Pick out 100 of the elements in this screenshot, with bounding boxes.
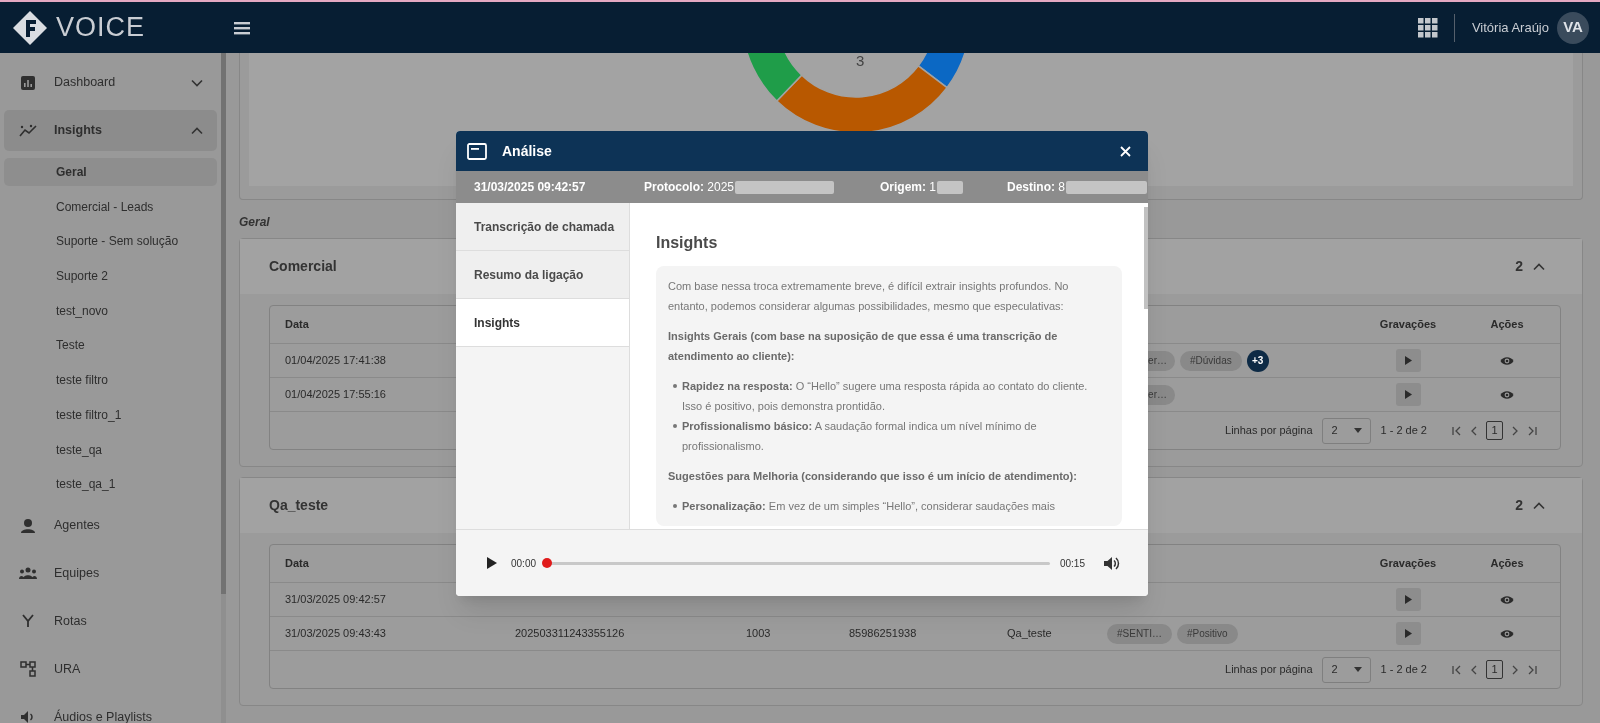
volume-icon [1104, 555, 1120, 571]
sidebar-subitem[interactable]: Suporte - Sem solução [4, 227, 217, 256]
play-icon [487, 557, 497, 569]
sidebar-item[interactable]: Agentes [4, 504, 217, 546]
rows-per-page-label: Linhas por página [1225, 662, 1313, 678]
section-count: 2 [1515, 257, 1523, 276]
last-page-icon [1528, 664, 1538, 675]
group-icon [19, 567, 37, 580]
group-label: Geral [239, 214, 270, 230]
call-date: 31/03/2025 09:42:57 [474, 179, 587, 196]
user-name[interactable]: Vitória Araújo [1471, 17, 1549, 38]
bar-chart-icon [21, 75, 35, 90]
page-range: 1 - 2 de 2 [1380, 662, 1427, 678]
diagram-icon [20, 661, 36, 678]
sidebar-subitem[interactable]: teste_qa_1 [4, 470, 217, 499]
sidebar-item[interactable]: Rotas [4, 600, 217, 642]
rows-per-page-select[interactable]: 2 [1321, 417, 1371, 444]
chevron-up-icon[interactable] [1533, 501, 1545, 510]
dialog-title: Análise [502, 141, 552, 161]
chevron-left-icon [1469, 664, 1479, 675]
column-header: Gravações [1379, 318, 1437, 331]
sidebar-subitem[interactable]: teste_qa [4, 435, 217, 464]
eye-icon [1500, 628, 1514, 639]
logo-icon [12, 9, 48, 46]
play-button[interactable] [485, 556, 499, 570]
chevron-right-icon [1510, 664, 1520, 675]
sidebar-item[interactable]: Insights [4, 110, 217, 151]
paragraph: Com base nessa troca extremamente breve, é difícil extrair insights profundos. No entanto, podemos considerar algumas possibilidades, mesmo que especulativas: [668, 279, 1070, 314]
table-cell: 31/03/2025 09:42:57 [285, 593, 386, 606]
sidebar-subitem[interactable]: Suporte 2 [4, 262, 217, 291]
list-item: Profissionalismo básico: A saudação formal indica um nível mínimo de profissionalismo. [682, 419, 1038, 454]
tag-chip: #Positivo [1177, 623, 1238, 644]
play-icon [1404, 390, 1412, 399]
fork-icon [22, 614, 34, 629]
play-icon [1404, 356, 1412, 365]
eye-icon [1500, 355, 1514, 366]
last-page-icon [1528, 425, 1538, 436]
sidebar-subitem[interactable]: teste filtro_1 [4, 400, 217, 429]
section-title: Qa_teste [269, 496, 329, 515]
rows-per-page-select[interactable]: 2 [1321, 656, 1371, 683]
column-header: Data [285, 557, 309, 570]
first-page-icon [1451, 425, 1461, 436]
sidebar-item[interactable]: Equipes [4, 552, 217, 594]
sidebar-item[interactable]: URA [4, 648, 217, 690]
dialog-tab[interactable]: Insights [456, 299, 629, 347]
tag-chip: #Dúvidas [1180, 350, 1242, 371]
column-header: Ações [1490, 318, 1524, 331]
dialog-tab[interactable]: Transcrição de chamada [456, 203, 629, 251]
caret-icon [1353, 667, 1362, 672]
user-avatar[interactable]: VA [1557, 11, 1589, 44]
destination-label: Destino: 8 [1007, 179, 1065, 196]
page-range: 1 - 2 de 2 [1380, 423, 1427, 439]
duration: 00:15 [1059, 556, 1085, 571]
sidebar-item[interactable]: Áudios e Playlists [4, 696, 217, 723]
column-header: Ações [1490, 557, 1524, 570]
brand-name: VOICE [56, 11, 146, 45]
redaction-blur [937, 180, 964, 194]
progress-track[interactable] [545, 558, 1050, 568]
column-header: Gravações [1379, 557, 1437, 570]
tag-chip: #SENTI… [1107, 623, 1172, 644]
progress-thumb[interactable] [542, 558, 553, 568]
page-number-button[interactable]: 1 [1486, 421, 1503, 440]
column-header: Data [285, 318, 309, 331]
scrollbar-thumb[interactable] [221, 53, 226, 594]
play-icon [1404, 629, 1412, 638]
chevron-left-icon [1469, 425, 1479, 436]
dialog-tab[interactable]: Resumo da ligação [456, 251, 629, 299]
origin-label: Origem: 1 [880, 179, 937, 196]
sidebar-subitem[interactable]: Geral [4, 158, 217, 186]
bullet-icon [673, 424, 677, 428]
apps-grid-icon[interactable] [1417, 17, 1438, 38]
sidebar-subitem[interactable]: Teste [4, 331, 217, 360]
table-cell: 01/04/2025 17:55:16 [285, 388, 386, 401]
chevron-right-icon [1510, 425, 1520, 436]
sidebar-subitem[interactable]: Comercial - Leads [4, 192, 217, 221]
list-item: Personalização: Em vez de um simples “Hello”, considerar saudações mais [682, 499, 1055, 514]
sidebar-subitem[interactable]: test_novo [4, 296, 217, 325]
page-number-button[interactable]: 1 [1486, 660, 1503, 679]
close-icon [1119, 145, 1131, 157]
bullet-icon [673, 384, 677, 388]
paragraph-heading: Insights Gerais (com base na suposição de que essa é uma transcrição de atendimento ao cliente): [668, 329, 1059, 364]
caret-icon [1353, 428, 1362, 433]
play-icon [1404, 595, 1412, 604]
section-title: Comercial [269, 257, 337, 276]
table-cell: 01/04/2025 17:41:38 [285, 354, 386, 367]
sidebar-item[interactable]: Dashboard [4, 62, 217, 103]
table-cell: 85986251938 [849, 627, 917, 640]
more-tags-badge[interactable]: +3 [1246, 349, 1269, 372]
volume-button[interactable] [1103, 554, 1121, 572]
table-cell: 202503311243355126 [515, 627, 625, 640]
window-icon [467, 142, 487, 160]
scrollbar-thumb[interactable] [1144, 207, 1148, 309]
bullet-icon [673, 504, 677, 508]
rows-per-page-label: Linhas por página [1225, 423, 1313, 439]
close-button[interactable] [1117, 143, 1133, 159]
section-count: 2 [1515, 496, 1523, 515]
chevron-up-icon[interactable] [1533, 262, 1545, 271]
protocol-label: Protocolo: 2025 [644, 179, 735, 196]
menu-icon [234, 20, 250, 35]
sidebar-subitem[interactable]: teste filtro [4, 366, 217, 395]
